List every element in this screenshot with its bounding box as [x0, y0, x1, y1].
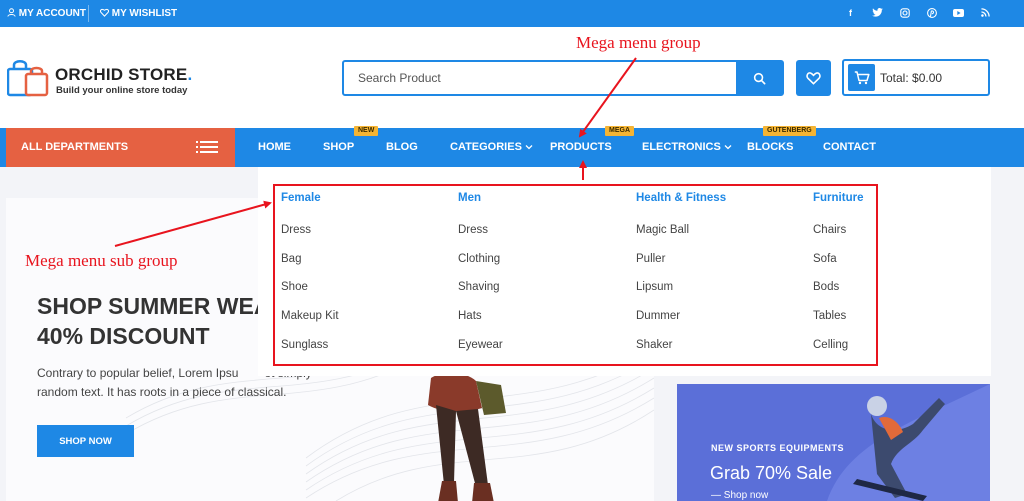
- arrow-to-products: [578, 57, 637, 138]
- arrow-to-female-group: [114, 200, 272, 247]
- annotation-arrows: [114, 57, 637, 247]
